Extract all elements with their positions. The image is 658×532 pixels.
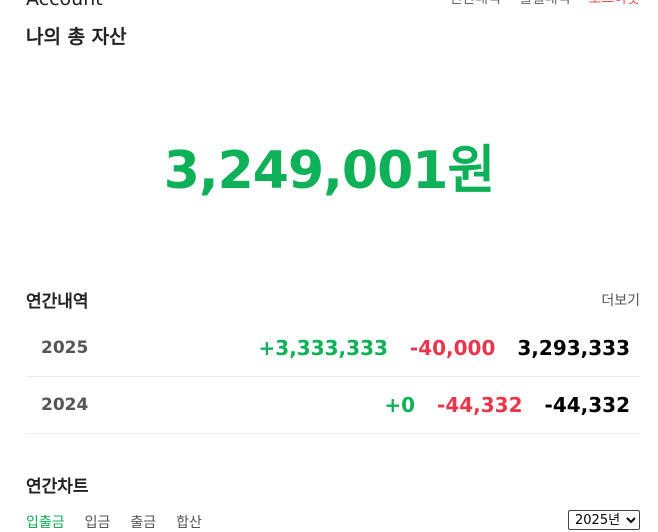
tab-expense[interactable]: 출금 [130, 512, 156, 532]
app-title: Account [26, 0, 103, 10]
expense-amount: -40,000 [409, 336, 496, 360]
tab-income[interactable]: 입금 [85, 512, 111, 532]
income-amount: +3,333,333 [258, 336, 388, 360]
net-amount: -44,332 [544, 393, 630, 417]
year-select[interactable]: 2025년 [568, 510, 640, 530]
yearly-list: 2025 +3,333,333 -40,000 3,293,333 2024 +… [26, 320, 640, 434]
tab-inout[interactable]: 입출금 [26, 512, 65, 532]
nav-logout[interactable]: 로그아웃 [588, 0, 640, 8]
year-label: 2024 [41, 395, 89, 415]
year-label: 2025 [41, 338, 89, 358]
net-amount: 3,293,333 [517, 336, 630, 360]
yearly-chart-title: 연간차트 [26, 477, 89, 497]
top-nav: 연간내역 월별내역 로그아웃 [449, 0, 640, 8]
total-assets-amount: 3,249,001원 [163, 141, 496, 201]
year-row[interactable]: 2024 +0 -44,332 -44,332 [26, 377, 640, 434]
chart-tabs: 입출금 입금 출금 합산 [26, 512, 202, 532]
expense-amount: -44,332 [437, 393, 523, 417]
more-link[interactable]: 더보기 [601, 290, 640, 310]
top-bar: Account 연간내역 월별내역 로그아웃 [26, 0, 640, 10]
income-amount: +0 [384, 393, 416, 417]
nav-monthly[interactable]: 월별내역 [519, 0, 571, 8]
yearly-history-title: 연간내역 [26, 292, 89, 312]
nav-yearly[interactable]: 연간내역 [449, 0, 501, 8]
asset-title: 나의 총 자산 [26, 26, 127, 48]
year-row[interactable]: 2025 +3,333,333 -40,000 3,293,333 [26, 320, 640, 377]
tab-sum[interactable]: 합산 [176, 512, 202, 532]
